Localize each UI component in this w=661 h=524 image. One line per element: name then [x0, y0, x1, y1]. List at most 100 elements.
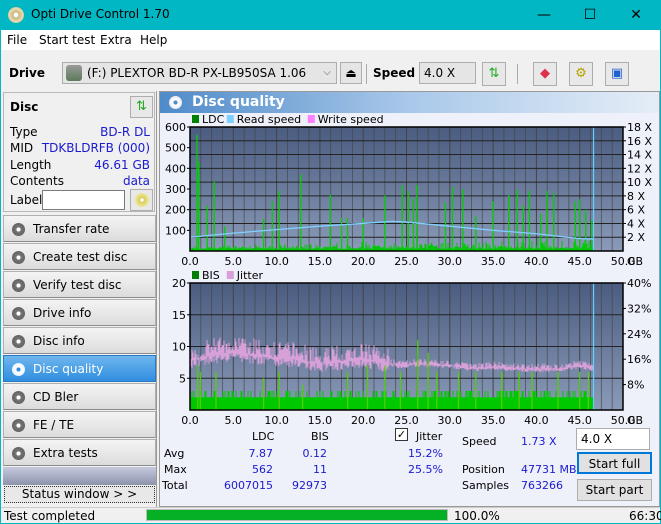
disc-contents-value: data	[122, 174, 150, 188]
speed-stat-value: 1.73 X	[521, 435, 557, 448]
disc-quality-icon	[169, 96, 182, 109]
nav-label: Create test disc	[33, 250, 128, 264]
menu-file[interactable]: File	[7, 33, 27, 47]
app-window: Opti Drive Control 1.70 — ☐ ✕ File Start…	[1, 0, 661, 523]
max-ldc: 562	[252, 463, 273, 476]
nav-disc-quality[interactable]: Disc quality	[3, 355, 156, 382]
menu-help[interactable]: Help	[140, 33, 167, 47]
samples-label: Samples	[462, 479, 509, 492]
speed-label: Speed	[373, 66, 416, 80]
disc-label-input[interactable]	[42, 190, 125, 210]
menu-extra[interactable]: Extra	[100, 33, 132, 47]
status-text: Test completed	[4, 509, 96, 523]
disc-info-box: Disc ⇅ Type BD-R DL MID TDKBLDRFB (000) …	[3, 92, 155, 212]
nav-label: Verify test disc	[33, 278, 122, 292]
floppy-icon: ▣	[610, 66, 624, 81]
nav-create-test-disc[interactable]: Create test disc	[3, 243, 156, 270]
minimize-button[interactable]: —	[521, 0, 567, 30]
nav-label: FE / TE	[33, 418, 75, 432]
drive-value: (F:) PLEXTOR BD-R PX-LB950SA 1.06	[87, 66, 307, 80]
nav-label: CD Bler	[33, 390, 79, 404]
jitter-checkbox[interactable]: ✓	[395, 428, 408, 441]
progress-bar	[146, 509, 448, 521]
nav-label: Extra tests	[33, 446, 98, 460]
position-label: Position	[462, 463, 505, 476]
start-full-button[interactable]: Start full	[577, 452, 652, 474]
max-label: Max	[164, 463, 187, 476]
progress-fill	[147, 510, 447, 520]
nav-label: Transfer rate	[33, 222, 110, 236]
title-bar: Opti Drive Control 1.70 — ☐ ✕	[1, 0, 660, 30]
save-button[interactable]: ▣	[605, 62, 629, 86]
disc-label-key: Label	[10, 193, 43, 207]
window-title: Opti Drive Control 1.70	[31, 7, 170, 21]
start-part-button[interactable]: Start part	[577, 479, 652, 501]
panel-header: Disc quality	[160, 92, 659, 113]
menu-start-test[interactable]: Start test	[39, 33, 95, 47]
disc-icon	[12, 335, 25, 348]
refresh-speed-button[interactable]: ⇅	[482, 62, 506, 86]
position-value: 47731 MB	[521, 463, 577, 476]
disc-mid-key: MID	[10, 141, 34, 155]
test-speed-select[interactable]: 4.0 X ⌵	[576, 428, 650, 450]
disc-icon	[12, 363, 25, 376]
progress-text: 100.0%	[454, 509, 500, 523]
disc-refresh-button[interactable]: ⇅	[130, 96, 153, 118]
eject-button[interactable]: ⏏	[340, 62, 362, 84]
jitter-label: Jitter	[416, 430, 443, 443]
disc-type-key: Type	[10, 125, 38, 139]
close-button[interactable]: ✕	[613, 0, 659, 30]
col-ldc-header: LDC	[252, 430, 275, 443]
col-bis-header: BIS	[311, 430, 329, 443]
avg-label: Avg	[164, 447, 185, 460]
speed-select[interactable]: 4.0 X ⌵	[419, 62, 476, 84]
disc-mid-value: TDKBLDRFB (000)	[41, 141, 150, 155]
nav-label: Disc info	[33, 334, 85, 348]
disc-icon	[12, 251, 25, 264]
samples-value: 763266	[521, 479, 563, 492]
maximize-button[interactable]: ☐	[567, 0, 613, 30]
toolbar-divider	[517, 64, 518, 84]
avg-ldc: 7.87	[248, 447, 274, 460]
nav-extra-tests[interactable]: Extra tests	[3, 439, 156, 466]
settings-button[interactable]: ⚙	[569, 62, 593, 86]
disc-icon	[12, 419, 25, 432]
total-label: Total	[162, 479, 188, 492]
disc-contents-key: Contents	[10, 174, 64, 188]
gears-icon: ⚙	[575, 66, 587, 81]
avg-jitter: 15.2%	[408, 447, 443, 460]
disc-icon	[12, 447, 25, 460]
max-jitter: 25.5%	[408, 463, 443, 476]
nav-verify-test-disc[interactable]: Verify test disc	[3, 271, 156, 298]
nav-spacer	[3, 467, 156, 485]
menu-bar: File Start test Extra Help	[1, 30, 660, 50]
chevron-down-icon: ⌵	[424, 67, 432, 78]
drive-icon	[66, 65, 82, 81]
chevron-down-icon: ⌵	[323, 67, 331, 78]
toolbar-divider	[366, 64, 367, 84]
disc-icon	[12, 307, 25, 320]
disc-label-button[interactable]	[130, 189, 153, 211]
total-ldc: 6007015	[224, 479, 273, 492]
app-icon	[8, 7, 24, 23]
nav-label: Disc quality	[33, 362, 104, 376]
disc-icon	[12, 279, 25, 292]
nav-drive-info[interactable]: Drive info	[3, 299, 156, 326]
disc-header: Disc	[10, 100, 39, 114]
disc-type-value: BD-R DL	[100, 125, 150, 139]
cd-icon	[135, 193, 149, 207]
nav-transfer-rate[interactable]: Transfer rate	[3, 215, 156, 242]
drive-select[interactable]: (F:) PLEXTOR BD-R PX-LB950SA 1.06 ⌵	[62, 62, 337, 84]
disc-icon	[12, 223, 25, 236]
refresh-icon: ⇅	[488, 66, 500, 81]
nav-cd-bler[interactable]: CD Bler	[3, 383, 156, 410]
erase-button[interactable]: ◆	[533, 62, 557, 86]
avg-bis: 0.12	[302, 447, 328, 460]
total-bis: 92973	[292, 479, 327, 492]
chevron-down-icon: ⌵	[581, 433, 589, 444]
status-window-button[interactable]: Status window > >	[4, 486, 155, 503]
eject-icon: ⏏	[345, 66, 357, 80]
max-bis: 11	[313, 463, 327, 476]
nav-fe-te[interactable]: FE / TE	[3, 411, 156, 438]
nav-disc-info[interactable]: Disc info	[3, 327, 156, 354]
